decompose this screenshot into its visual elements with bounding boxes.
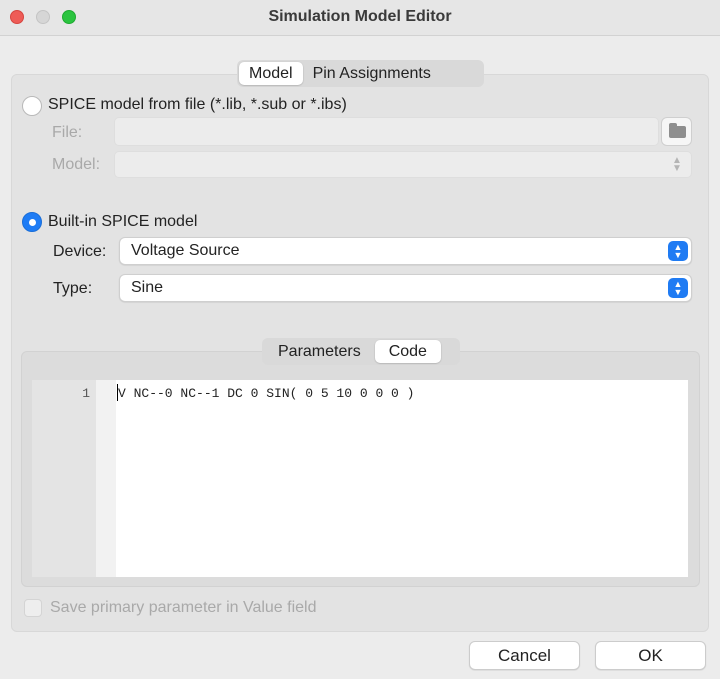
save-primary-checkbox[interactable] [24,599,42,617]
browse-file-button[interactable] [661,117,692,146]
fold-margin [96,380,116,577]
device-label: Device: [53,243,107,260]
window-title: Simulation Model Editor [268,8,452,25]
tab-parameters[interactable]: Parameters [264,340,375,363]
type-label: Type: [53,280,93,297]
spice-file-radio-label: SPICE model from file (*.lib, *.sub or *… [48,96,347,113]
file-label: File: [52,124,83,141]
builtin-model-radio-label: Built-in SPICE model [48,213,198,230]
file-path-field [114,117,659,146]
line-number-gutter: 1 [32,380,96,577]
chevron-updown-icon: ▲ ▼ [668,241,688,261]
tab-code[interactable]: Code [374,340,441,363]
device-select[interactable]: Voltage Source ▲ ▼ [119,237,692,265]
type-select[interactable]: Sine ▲ ▼ [119,274,692,302]
model-label: Model: [52,156,101,173]
main-tab-bar: Model Pin Assignments [237,60,484,87]
ok-button[interactable]: OK [595,641,706,670]
model-select: ▲ ▼ [114,151,692,178]
code-editor[interactable]: 1 V NC--0 NC--1 DC 0 SIN( 0 5 10 0 0 0 ) [32,380,688,577]
spice-file-radio[interactable] [22,96,42,116]
type-select-value: Sine [131,279,164,296]
tab-pin-assignments[interactable]: Pin Assignments [303,62,441,85]
save-primary-label: Save primary parameter in Value field [50,599,317,616]
line-number: 1 [82,386,90,401]
sub-tab-bar: Parameters Code [262,338,460,365]
code-line: V NC--0 NC--1 DC 0 SIN( 0 5 10 0 0 0 ) [118,386,415,401]
folder-icon [669,123,686,138]
device-select-value: Voltage Source [131,242,240,259]
cancel-button[interactable]: Cancel [469,641,580,670]
builtin-model-radio[interactable] [22,212,42,232]
title-bar: Simulation Model Editor [0,0,720,36]
tab-model[interactable]: Model [239,62,303,85]
chevron-updown-icon: ▲ ▼ [672,155,682,174]
chevron-updown-icon: ▲ ▼ [668,278,688,298]
